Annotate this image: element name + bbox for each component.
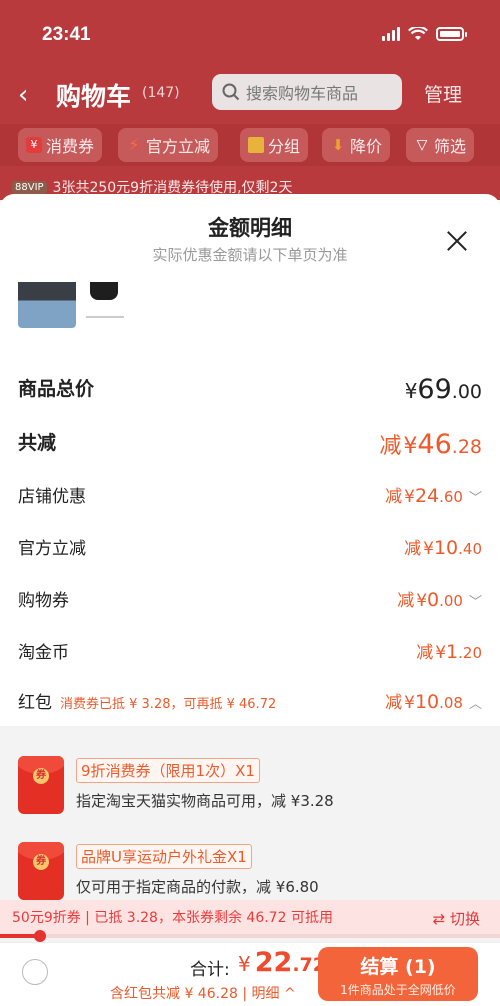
chip-label: 官方立减 <box>146 137 211 156</box>
manage-button[interactable]: 管理 <box>424 80 462 107</box>
row-value: 减 ¥0.00 ﹀ <box>397 589 482 611</box>
row-value: 减 ¥46.28 <box>379 429 482 460</box>
chip-group[interactable]: 分组 <box>240 128 309 162</box>
chevron-left-icon[interactable]: ‹ <box>18 80 28 110</box>
chip-label: 消费券 <box>46 137 95 156</box>
chip-official-discount[interactable]: ⚡ 官方立减 <box>118 128 219 162</box>
coupon-desc: 指定淘宝天猫实物商品可用，减 ¥3.28 <box>76 792 334 810</box>
coupon-usage-text: 50元9折券 | 已抵 3.28，本张券剩余 46.72 可抵用 <box>12 910 333 926</box>
switch-button[interactable]: ⇄ 切换 <box>433 908 480 929</box>
checkout-button-label: 结算 (1) <box>360 956 436 978</box>
wifi-icon <box>408 27 428 40</box>
sum-value: ¥22.72 <box>238 947 326 978</box>
row-total-discount: 共减 减 ¥46.28 <box>18 428 482 462</box>
chevron-down-icon: ﹀ <box>468 491 482 506</box>
chip-label: 筛选 <box>434 137 467 156</box>
chip-label: 降价 <box>350 137 383 156</box>
lightning-icon: ⚡ <box>128 135 140 154</box>
amount-detail-sheet: 金额明细 实际优惠金额请以下单页为准 商品总价 ¥69.00 共减 减 ¥46.2… <box>0 194 500 1006</box>
checkout-button-sub: 1件商品处于全网低价 <box>340 983 456 997</box>
red-envelope-icon: 券 <box>18 756 64 814</box>
coupon-desc: 仅可用于指定商品的付款，减 ¥6.80 <box>76 878 319 896</box>
row-total-price: 商品总价 ¥69.00 <box>18 374 482 408</box>
vip-badge: 88VIP <box>12 180 47 194</box>
product-thumbnail[interactable] <box>82 282 128 328</box>
row-label: 淘金币 <box>18 643 69 663</box>
row-label: 店铺优惠 <box>18 487 86 507</box>
coupon-name: 品牌U享运动户外礼金X1 <box>76 844 252 869</box>
sheet-subtitle: 实际优惠金额请以下单页为准 <box>152 246 348 264</box>
chip-label: 分组 <box>268 137 301 156</box>
row-shop-discount[interactable]: 店铺优惠 减 ¥24.60 ﹀ <box>18 482 482 512</box>
coupon-name: 9折消费券（限用1次）X1 <box>76 758 260 783</box>
close-icon[interactable] <box>444 228 470 254</box>
coupon-usage-banner: 50元9折券 | 已抵 3.28，本张券剩余 46.72 可抵用 ⇄ 切换 <box>0 900 500 934</box>
row-label: 共减 <box>18 432 57 454</box>
status-bar: 23:41 <box>0 0 500 66</box>
cart-nav: ‹ 购物车 (147) 搜索购物车商品 管理 <box>0 72 500 116</box>
row-value: ¥69.00 <box>404 374 482 405</box>
page-title: 购物车 <box>56 82 132 111</box>
row-value: 减 ¥1.20 <box>416 641 482 663</box>
chip-filter[interactable]: ▽ 筛选 <box>406 128 475 162</box>
arrow-down-icon: ⬇ <box>331 136 345 154</box>
checkout-bar: 合计: ¥22.72 含红包共减 ¥ 46.28 | 明细 ^ 结算 (1) 1… <box>0 942 500 1006</box>
checkout-button[interactable]: 结算 (1) 1件商品处于全网低价 <box>318 947 478 1001</box>
product-thumbnails <box>18 282 128 328</box>
row-red-packet[interactable]: 红包 消费券已抵 ¥ 3.28，可再抵 ¥ 46.72 减 ¥10.08 ︿ <box>18 688 482 718</box>
row-official-discount: 官方立减 减 ¥10.40 <box>18 534 482 564</box>
chip-price-drop[interactable]: ⬇ 降价 <box>322 128 391 162</box>
filter-icon: ▽ <box>416 137 428 153</box>
filter-chips: ¥ 消费券 ⚡ 官方立减 分组 ⬇ 降价 ▽ 筛选 <box>0 124 500 166</box>
row-label: 购物券 <box>18 591 69 611</box>
folder-icon <box>248 137 264 153</box>
row-shopping-voucher[interactable]: 购物券 减 ¥0.00 ﹀ <box>18 586 482 616</box>
status-icons <box>382 27 467 41</box>
chip-coupon[interactable]: ¥ 消费券 <box>18 128 103 162</box>
coupon-item[interactable]: 券 9折消费券（限用1次）X1 指定淘宝天猫实物商品可用，减 ¥3.28 <box>18 756 482 826</box>
sum-label: 合计: <box>190 960 230 980</box>
sheet-title: 金额明细 <box>208 216 292 240</box>
select-all-checkbox[interactable] <box>22 959 48 985</box>
search-icon <box>222 83 240 101</box>
row-label: 商品总价 <box>18 378 95 400</box>
red-packet-note: 消费券已抵 ¥ 3.28，可再抵 ¥ 46.72 <box>60 697 277 712</box>
row-gold-coins: 淘金币 减 ¥1.20 <box>18 638 482 668</box>
row-value: 减 ¥24.60 ﹀ <box>385 485 482 507</box>
coupon-icon: ¥ <box>26 137 42 153</box>
cart-count: (147) <box>142 85 180 101</box>
battery-icon <box>436 27 467 41</box>
row-label: 官方立减 <box>18 539 86 559</box>
product-thumbnail[interactable] <box>18 282 76 328</box>
search-input[interactable]: 搜索购物车商品 <box>212 74 402 110</box>
signal-icon <box>382 27 400 41</box>
discount-detail-link[interactable]: 含红包共减 ¥ 46.28 | 明细 ^ <box>110 983 296 1003</box>
chevron-down-icon: ﹀ <box>468 595 482 610</box>
search-placeholder: 搜索购物车商品 <box>246 84 359 103</box>
chevron-up-icon: ︿ <box>468 697 482 712</box>
red-envelope-icon: 券 <box>18 842 64 900</box>
row-label: 红包 消费券已抵 ¥ 3.28，可再抵 ¥ 46.72 <box>18 693 277 713</box>
row-value: 减 ¥10.40 <box>404 537 482 559</box>
row-value: 减 ¥10.08 ︿ <box>385 691 482 713</box>
status-time: 23:41 <box>42 24 91 45</box>
